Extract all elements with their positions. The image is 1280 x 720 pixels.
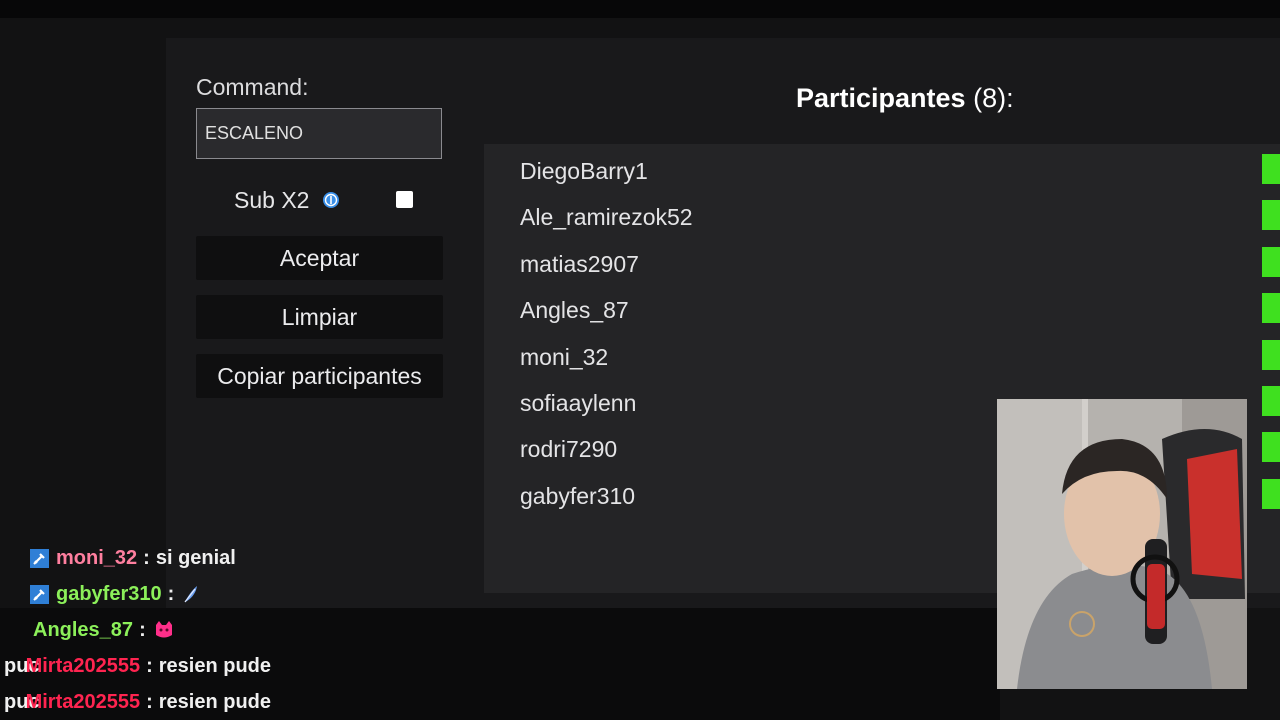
chat-username[interactable]: Mirta202555: [26, 691, 141, 714]
chat-message-text: si genial: [155, 546, 236, 569]
participant-item: DiegoBarry1: [520, 158, 648, 184]
participant-item: Ale_ramirezok52: [520, 204, 693, 230]
command-input[interactable]: [196, 108, 442, 159]
participant-item: rodri7290: [520, 436, 618, 462]
chat-separator: :: [139, 618, 146, 641]
participants-title: Participantes (8):: [796, 83, 1014, 114]
command-label: Command:: [196, 74, 309, 100]
chat-separator: :: [167, 582, 175, 605]
chat-message: puc Mirta202555 : resien pude: [4, 687, 271, 717]
chat-message: gabyfer310 :: [30, 579, 200, 609]
chat-message-text: resien pude: [158, 654, 272, 677]
participant-status-indicator: [1262, 200, 1280, 230]
participant-status-indicator: [1262, 293, 1280, 323]
participant-status-indicator: [1262, 340, 1280, 370]
webcam-overlay: [997, 399, 1247, 689]
participant-item: moni_32: [520, 344, 609, 370]
chat-message: Angles_87 :: [33, 615, 174, 645]
participant-status-indicator: [1262, 154, 1280, 184]
sword-badge-icon: [30, 584, 49, 604]
feather-emote-icon: [184, 586, 198, 603]
chat-username[interactable]: gabyfer310: [56, 583, 162, 606]
participant-item: sofiaaylenn: [520, 390, 637, 416]
chat-username[interactable]: Angles_87: [33, 619, 133, 642]
sub-x2-label: Sub X2: [234, 187, 310, 213]
participant-status-indicator: [1262, 386, 1280, 416]
sub-x2-row: Sub X2: [196, 184, 444, 216]
chat-message-text: resien pude: [158, 690, 272, 713]
chat-username[interactable]: moni_32: [56, 547, 137, 570]
chat-separator: :: [146, 654, 153, 677]
pink-cat-emote-icon: [155, 621, 172, 638]
chat-message: moni_32 : si genial: [30, 543, 236, 573]
copy-participants-button[interactable]: Copiar participantes: [196, 354, 443, 398]
top-bar: [0, 0, 1280, 18]
clear-button[interactable]: Limpiar: [196, 295, 443, 339]
participant-item: gabyfer310: [520, 483, 636, 509]
chat-separator: :: [146, 690, 153, 713]
participants-count: (8):: [973, 83, 1014, 113]
accept-button[interactable]: Aceptar: [196, 236, 443, 280]
sword-badge-icon: [30, 548, 49, 568]
participant-item: matias2907: [520, 251, 639, 277]
streamer-webcam-image: [997, 399, 1247, 689]
info-icon[interactable]: [322, 191, 340, 209]
participant-status-indicator: [1262, 247, 1280, 277]
participant-status-indicator: [1262, 479, 1280, 509]
participant-status-indicator: [1262, 432, 1280, 462]
participant-item: Angles_87: [520, 297, 629, 323]
chat-message: puc Mirta202555 : resien pude: [4, 651, 271, 681]
chat-username[interactable]: Mirta202555: [26, 655, 141, 678]
chat-separator: :: [143, 546, 150, 569]
sub-x2-checkbox[interactable]: [396, 191, 413, 208]
participants-title-text: Participantes: [796, 83, 966, 113]
